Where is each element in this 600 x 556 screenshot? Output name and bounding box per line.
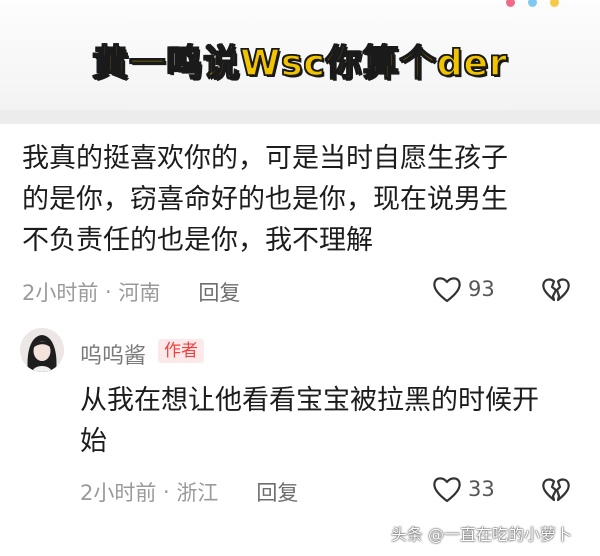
decorative-dots: [506, 0, 576, 12]
watermark: 头条 @一直在吃的小萝卜: [390, 525, 572, 544]
comment-line: 的是你，窃喜命好的也是你，现在说男生: [22, 184, 508, 215]
avatar-image: [20, 328, 64, 372]
divider: [0, 110, 600, 124]
comment-time: 2小时前: [22, 281, 99, 305]
heart-icon: [433, 277, 461, 303]
reply-location: 浙江: [176, 481, 219, 505]
dislike-button[interactable]: [540, 276, 572, 308]
reply-button[interactable]: 回复: [256, 477, 298, 507]
reply-meta: 2小时前 · 浙江 回复: [80, 477, 298, 507]
reply-line: 始: [80, 426, 107, 457]
banner-title: 黄一鸣说Wsc你算个der: [92, 42, 508, 85]
reply-line: 从我在想让他看看宝宝被拉黑的时候开: [80, 385, 539, 416]
username[interactable]: 呜呜酱: [80, 338, 146, 370]
comment-line: 不负责任的也是你，我不理解: [22, 225, 373, 256]
comment-line: 我真的挺喜欢你的，可是当时自愿生孩子: [22, 143, 508, 174]
author-badge: 作者: [158, 339, 204, 363]
comment-location: 河南: [118, 281, 161, 305]
like-button[interactable]: 33: [432, 475, 495, 503]
like-count: 33: [468, 477, 495, 501]
like-button[interactable]: 93: [432, 275, 495, 303]
broken-heart-icon: [542, 478, 570, 502]
like-count: 93: [468, 277, 495, 301]
heart-icon: [433, 477, 461, 503]
reply-button[interactable]: 回复: [198, 277, 240, 307]
comment-meta: 2小时前 · 河南 回复: [22, 277, 240, 307]
dislike-button[interactable]: [540, 476, 572, 508]
avatar[interactable]: [20, 328, 64, 372]
reply-time: 2小时前: [80, 481, 157, 505]
reply-text: 从我在想让他看看宝宝被拉黑的时候开 始: [80, 380, 590, 462]
comment-text: 我真的挺喜欢你的，可是当时自愿生孩子 的是你，窃喜命好的也是你，现在说男生 不负…: [22, 138, 582, 261]
broken-heart-icon: [542, 278, 570, 302]
title-banner: 黄一鸣说Wsc你算个der: [0, 0, 600, 110]
